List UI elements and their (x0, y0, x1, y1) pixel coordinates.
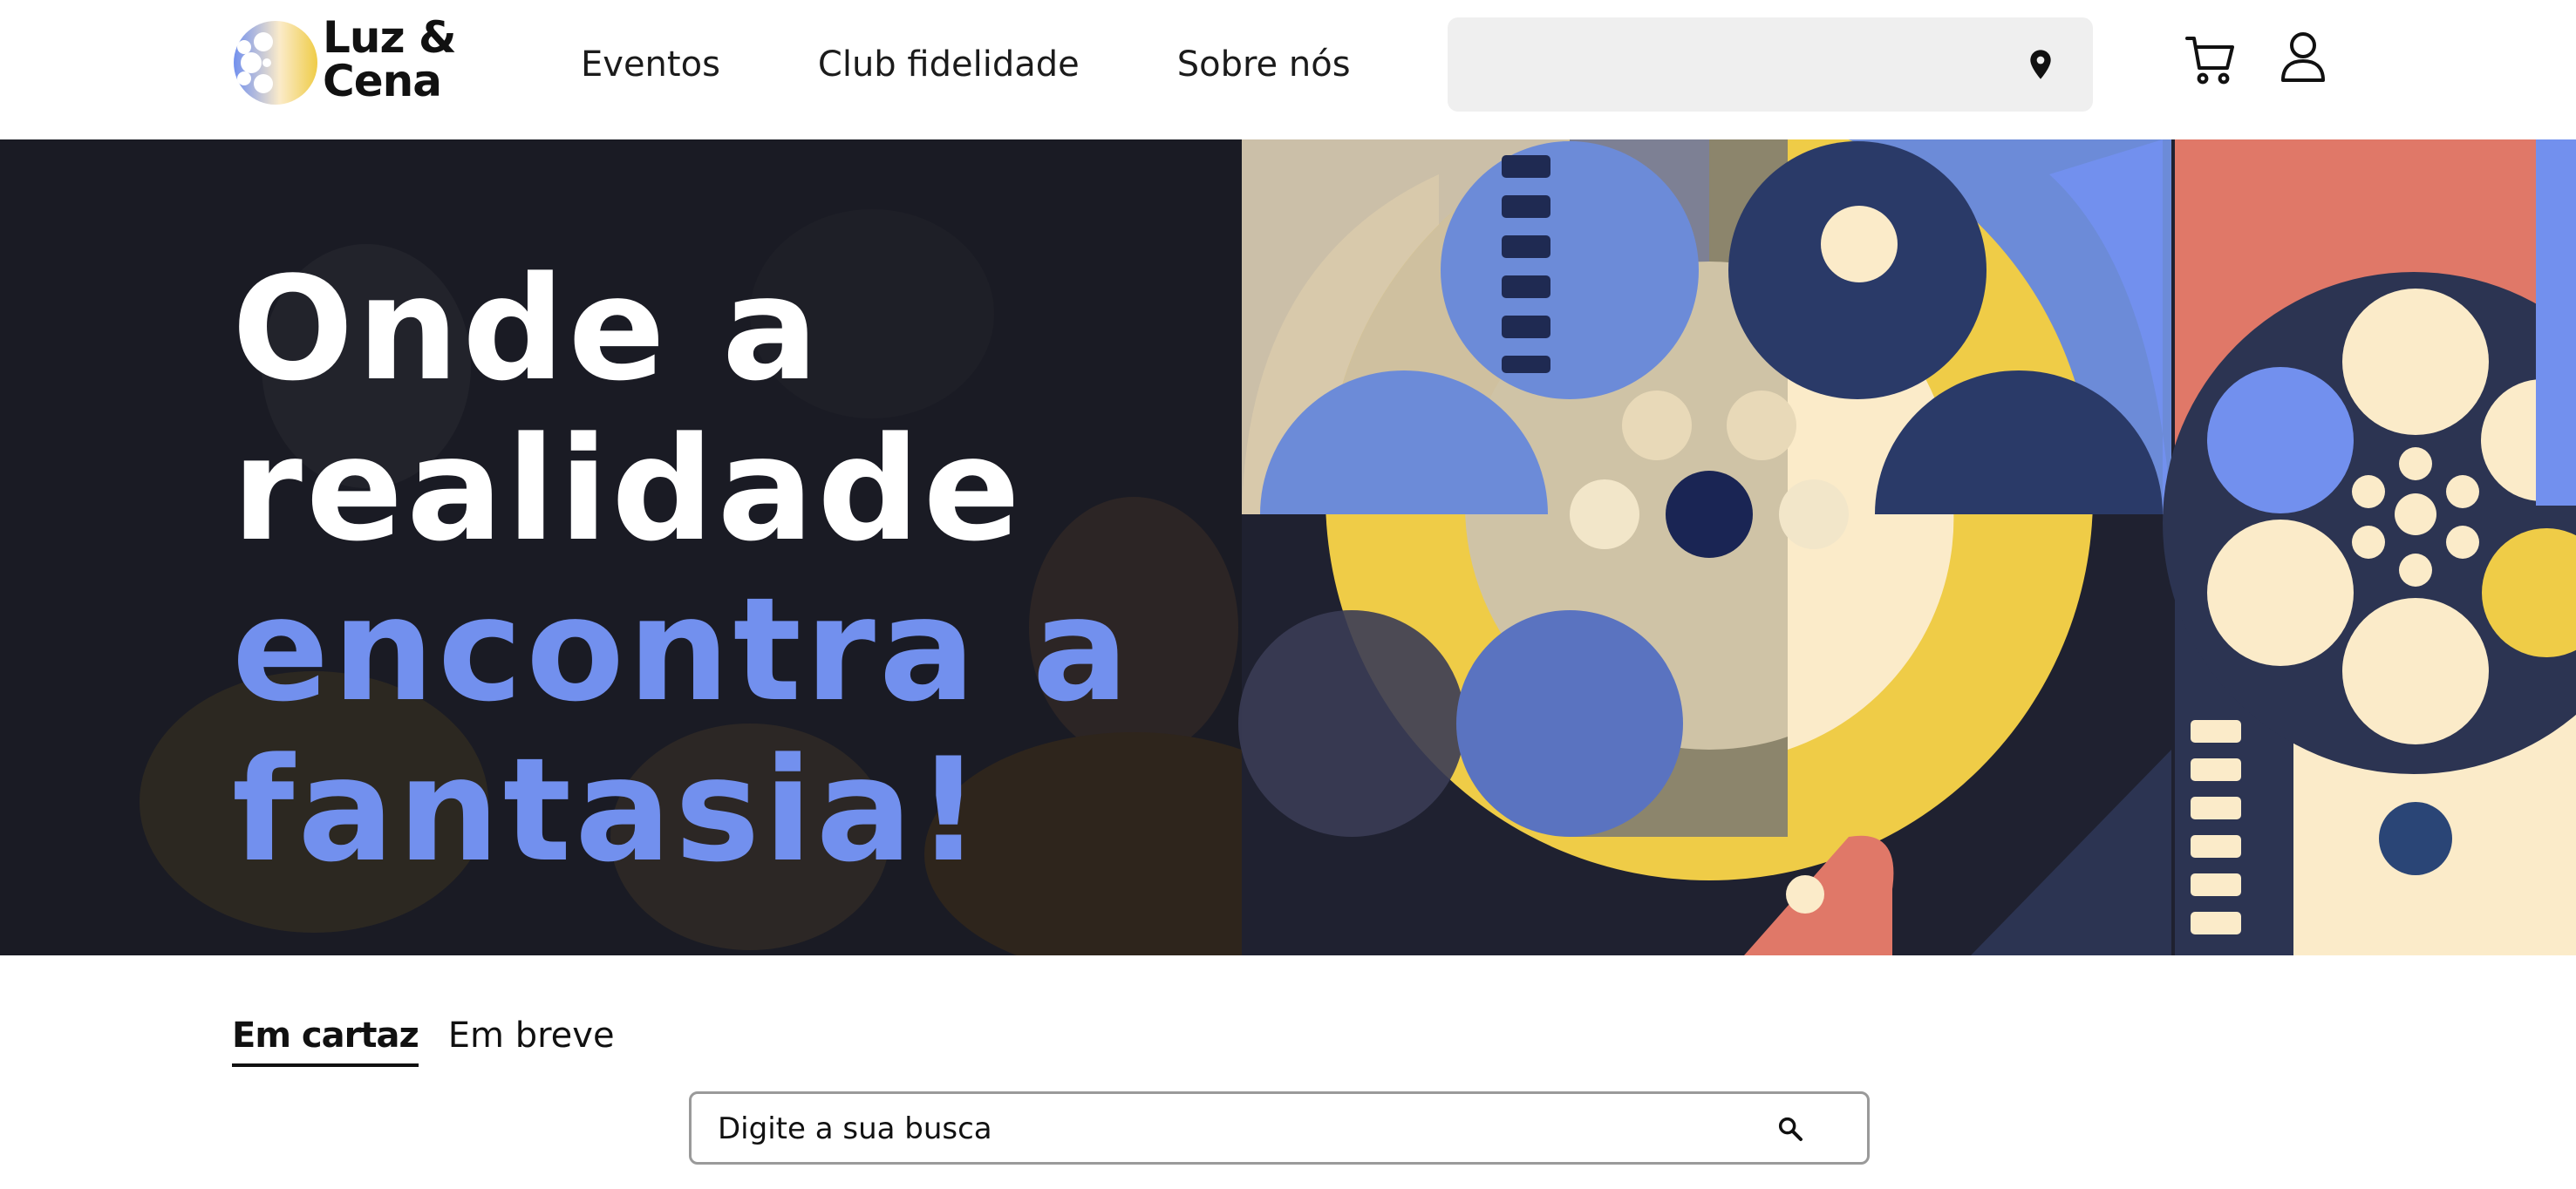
location-pin-icon (2030, 50, 2051, 79)
hero-banner: Onde a realidade encontra a fantasia! (0, 139, 2576, 955)
main-nav: Eventos Club fidelidade Sobre nós (581, 40, 1351, 89)
location-selector[interactable] (1448, 17, 2093, 112)
hero-title-line-4: fantasia! (232, 727, 985, 893)
nav-link-club-fidelidade[interactable]: Club fidelidade (818, 40, 1080, 89)
hero-title-line-3: encontra a (232, 567, 1133, 733)
logo-wordmark: Luz & Cena (323, 16, 497, 103)
hero-title-line-2: realidade (232, 406, 1024, 573)
hero-title-line-1: Onde a (232, 246, 822, 412)
tab-em-cartaz[interactable]: Em cartaz (232, 1011, 419, 1067)
movie-tabs: Em cartaz Em breve (232, 1011, 615, 1067)
movie-search (689, 1091, 1870, 1165)
nav-link-eventos[interactable]: Eventos (581, 40, 720, 89)
user-icon[interactable] (2280, 31, 2327, 84)
film-reel-logo-icon (234, 21, 317, 105)
search-input[interactable] (718, 1104, 1764, 1153)
cart-icon[interactable] (2185, 33, 2234, 85)
nav-link-sobre-nos[interactable]: Sobre nós (1177, 40, 1351, 89)
logo-line-1: Luz & (323, 12, 457, 63)
site-header: Luz & Cena Eventos Club fidelidade Sobre… (0, 0, 2576, 139)
logo[interactable]: Luz & Cena (232, 16, 494, 106)
logo-line-2: Cena (323, 56, 442, 106)
tab-em-breve[interactable]: Em breve (448, 1011, 615, 1067)
search-icon[interactable] (1776, 1115, 1804, 1143)
hero-title: Onde a realidade encontra a fantasia! (232, 249, 1132, 891)
